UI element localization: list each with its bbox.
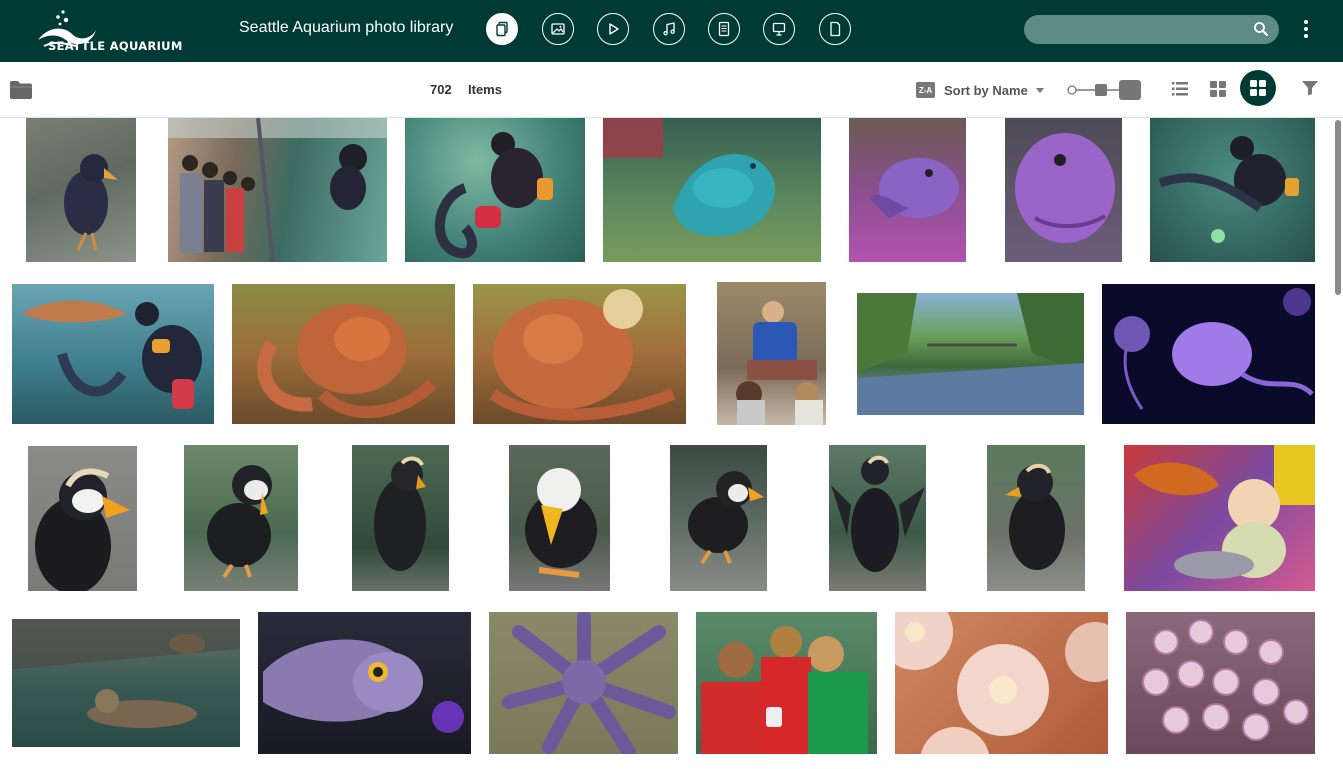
photo-thumbnail[interactable]	[168, 118, 387, 262]
play-icon	[609, 23, 619, 35]
photo-thumbnail[interactable]	[670, 445, 767, 591]
folder-icon[interactable]	[9, 80, 33, 100]
grid-view-icon[interactable]	[1209, 80, 1227, 98]
mosaic-view-button[interactable]	[1240, 70, 1276, 106]
photo-thumbnail[interactable]	[258, 612, 471, 754]
scrollbar-thumb[interactable]	[1335, 120, 1341, 295]
photo-thumbnail[interactable]	[184, 445, 298, 591]
photo-thumbnail[interactable]	[603, 118, 821, 262]
photo-thumbnail[interactable]	[12, 284, 214, 424]
photo-thumbnail[interactable]	[1126, 612, 1315, 754]
photo-thumbnail[interactable]	[12, 619, 240, 747]
photo-thumbnail[interactable]	[717, 282, 826, 425]
photo-thumbnail[interactable]	[232, 284, 455, 424]
photo-thumbnail[interactable]	[895, 612, 1108, 754]
filter-all-files-button[interactable]	[486, 13, 518, 45]
brand-wordmark: SEATTLE AQUARIUM	[48, 39, 183, 53]
library-toolbar: 702 Items Z-A Sort by Name	[0, 62, 1343, 118]
vertical-scrollbar[interactable]	[1333, 118, 1343, 769]
photo-grid	[0, 118, 1333, 769]
photo-thumbnail[interactable]	[509, 445, 610, 591]
files-icon	[496, 21, 508, 37]
sort-dropdown[interactable]: Sort by Name	[944, 83, 1028, 98]
photo-thumbnail[interactable]	[829, 445, 926, 591]
photo-thumbnail[interactable]	[1102, 284, 1315, 424]
more-options-menu-icon[interactable]	[1298, 16, 1314, 42]
photo-thumbnail[interactable]	[1005, 118, 1122, 262]
page-title: Seattle Aquarium photo library	[239, 19, 454, 36]
photo-thumbnail[interactable]	[696, 612, 877, 754]
sort-direction-icon[interactable]: Z-A	[916, 82, 935, 98]
mosaic-view-icon	[1250, 80, 1266, 96]
search-icon[interactable]	[1253, 21, 1269, 37]
filter-presentations-button[interactable]	[763, 13, 795, 45]
blank-file-icon	[830, 21, 841, 37]
document-text-icon	[718, 21, 730, 37]
photo-thumbnail[interactable]	[857, 293, 1084, 415]
filter-other-files-button[interactable]	[819, 13, 851, 45]
filter-audio-button[interactable]	[653, 13, 685, 45]
photo-thumbnail[interactable]	[28, 446, 137, 591]
thumbnail-size-slider[interactable]	[1066, 78, 1144, 102]
top-bar: SEATTLE AQUARIUM Seattle Aquarium photo …	[0, 0, 1343, 62]
filter-images-button[interactable]	[542, 13, 574, 45]
search-input[interactable]	[1024, 15, 1279, 44]
filter-documents-button[interactable]	[708, 13, 740, 45]
filter-icon[interactable]	[1301, 80, 1319, 96]
photo-thumbnail[interactable]	[1124, 445, 1315, 591]
seattle-aquarium-logo[interactable]: SEATTLE AQUARIUM	[36, 8, 206, 56]
photo-thumbnail[interactable]	[352, 445, 449, 591]
filter-videos-button[interactable]	[597, 13, 629, 45]
presentation-icon	[772, 22, 786, 36]
photo-thumbnail[interactable]	[473, 284, 686, 424]
chevron-down-icon[interactable]	[1036, 88, 1044, 93]
photo-thumbnail[interactable]	[26, 118, 136, 262]
photo-thumbnail[interactable]	[849, 118, 966, 262]
photo-thumbnail[interactable]	[987, 445, 1085, 591]
photo-thumbnail[interactable]	[1150, 118, 1315, 262]
photo-thumbnail[interactable]	[489, 612, 678, 754]
photo-thumbnail[interactable]	[405, 118, 585, 262]
music-note-icon	[663, 22, 675, 36]
items-count-label: Items	[468, 82, 502, 97]
items-count: 702	[430, 82, 452, 97]
image-icon	[551, 23, 565, 35]
list-view-icon[interactable]	[1171, 80, 1189, 98]
